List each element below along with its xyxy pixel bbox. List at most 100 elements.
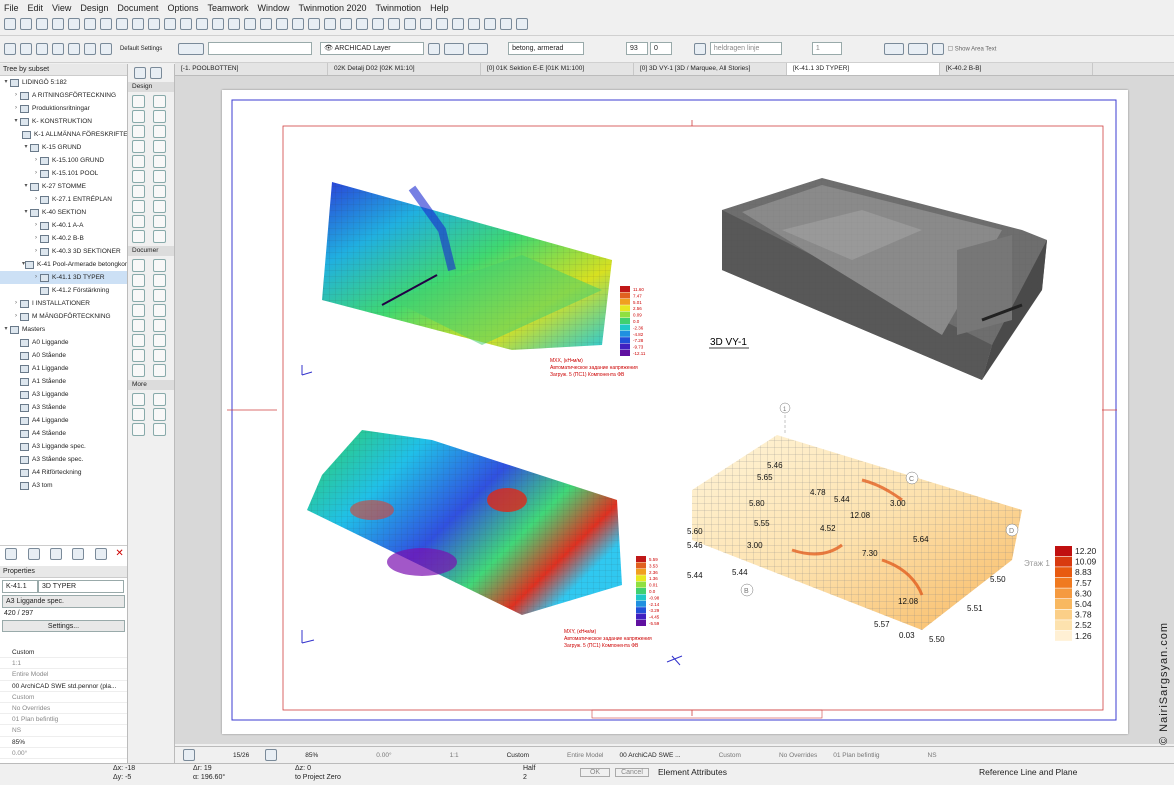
area-fill2-icon[interactable] [907,42,928,55]
trace-icon[interactable] [212,18,224,30]
geometry-icon[interactable] [52,42,64,55]
view-setting-row[interactable]: NS [0,725,127,737]
section-icon[interactable] [372,18,384,30]
tool-icon[interactable] [152,319,166,332]
tool-icon[interactable] [152,185,166,198]
view-type[interactable]: Custom [507,752,529,759]
material-select[interactable]: betong, armerad [508,42,585,55]
book-icon[interactable] [452,18,464,30]
measure-icon[interactable] [68,18,80,30]
tool-icon[interactable] [152,408,166,421]
tree-item[interactable]: › K-15.101 POOL [0,167,127,180]
view-setting-row[interactable]: Custom [0,692,127,703]
menu-window[interactable]: Window [257,3,289,13]
master-select[interactable]: A3 Liggande spec. [2,595,125,608]
fill-icon[interactable] [276,18,288,30]
tree-item[interactable]: ▾ K-27 STOMME [0,180,127,193]
tree-item[interactable]: A0 Liggande [0,336,127,349]
tool-icon[interactable] [132,125,145,138]
tool-icon[interactable] [152,334,166,347]
tool-icon[interactable] [132,95,145,108]
tool-icon[interactable] [132,170,145,183]
twist-icon[interactable]: ▾ [12,115,20,128]
tool-icon[interactable] [132,155,145,168]
twist-icon[interactable]: › [12,89,20,102]
tree-item[interactable]: A3 Liggande spec. [0,440,127,453]
area-fill-icon[interactable] [883,42,904,55]
name-field[interactable] [208,42,313,55]
dropdown-icon[interactable] [36,42,48,55]
hash-icon[interactable] [180,18,192,30]
view-tab[interactable]: [0] 01K Sektion E-E [01K M1:100] [481,63,634,75]
offset-field[interactable]: 0 [649,42,672,55]
view-setting-row[interactable]: 0.00° [0,748,127,759]
tree-item[interactable]: ▾ K-15 GRUND [0,141,127,154]
twinmotion-icon[interactable] [292,18,304,30]
pen-set[interactable]: 00 ArchiCAD SWE ... [620,752,681,759]
menu-document[interactable]: Document [117,3,158,13]
tree-item[interactable]: ▾ K- KONSTRUKTION [0,115,127,128]
tree-item[interactable]: A3 Liggande [0,388,127,401]
twist-icon[interactable]: › [12,297,20,310]
layout-id-field[interactable]: K-41.1 [2,580,38,593]
overrides[interactable]: No Overrides [779,752,817,759]
geometry3-icon[interactable] [84,42,96,55]
pen-icon[interactable] [244,18,256,30]
view-setting-row[interactable]: No Overrides [0,703,127,715]
tool-icon[interactable] [132,289,145,302]
twist-icon[interactable]: › [32,193,40,206]
twist-icon[interactable]: › [32,245,40,258]
twist-icon[interactable]: › [32,232,40,245]
tree-item[interactable]: › K-40.2 B-B [0,232,127,245]
view-setting-row[interactable]: 85% [0,737,127,748]
view-tab[interactable]: 02K Detalj D02 [02K M1:10] [328,63,481,75]
home-icon[interactable] [356,18,368,30]
height-field[interactable]: 93 [626,42,649,55]
settings-button[interactable]: Settings... [2,620,125,632]
view-setting-row[interactable]: 1:1 [0,658,127,670]
new-subset-icon[interactable] [50,547,63,560]
scale-value[interactable]: 1:1 [450,752,459,759]
twist-icon[interactable]: › [32,271,40,284]
teamwork-icon[interactable] [484,18,496,30]
inject-icon[interactable] [52,18,64,30]
ns-label[interactable]: NS [928,752,937,759]
twist-icon[interactable]: ▾ [2,323,10,336]
camera-icon[interactable] [931,42,944,55]
tool-icon[interactable] [152,95,166,108]
tree-item[interactable]: A4 Stående [0,427,127,440]
receive-icon[interactable] [516,18,528,30]
tree-item[interactable]: A1 Stående [0,375,127,388]
send-icon[interactable] [500,18,512,30]
twist-icon[interactable]: ▾ [2,76,10,89]
new-layout-icon[interactable] [5,547,18,560]
custom-view[interactable]: Custom [719,752,741,759]
tree-item[interactable]: › K-15.100 GRUND [0,154,127,167]
marquee-tool-icon[interactable] [150,67,162,79]
zoom-level[interactable]: 85% [305,752,318,759]
geometry4-icon[interactable] [100,42,112,55]
menu-edit[interactable]: Edit [28,3,44,13]
tool-icon[interactable] [132,364,145,377]
tool-icon[interactable] [152,230,166,243]
tool-icon[interactable] [152,274,166,287]
twist-icon[interactable]: › [32,167,40,180]
twist-icon[interactable]: ▾ [22,206,30,219]
tool-icon[interactable] [152,289,166,302]
tree-item[interactable]: A3 tom [0,479,127,492]
tool-icon[interactable] [132,140,145,153]
tree-item[interactable]: A4 Ritförteckning [0,466,127,479]
tree-item[interactable]: ▾ K-40 SEKTION [0,206,127,219]
tool-icon[interactable] [152,125,166,138]
redo-icon[interactable] [20,18,32,30]
tool-icon[interactable] [152,393,166,406]
menu-options[interactable]: Options [167,3,198,13]
tree-item[interactable]: › K-40.3 3D SEKTIONER [0,245,127,258]
menu-twinmotion-2020[interactable]: Twinmotion 2020 [299,3,367,13]
tool-icon[interactable] [132,230,145,243]
image-icon[interactable] [324,18,336,30]
tool-icon[interactable] [132,319,145,332]
menu-teamwork[interactable]: Teamwork [207,3,248,13]
tool-icon[interactable] [132,423,145,436]
tree-item[interactable]: › M MÄNGDFÖRTECKNING [0,310,127,323]
